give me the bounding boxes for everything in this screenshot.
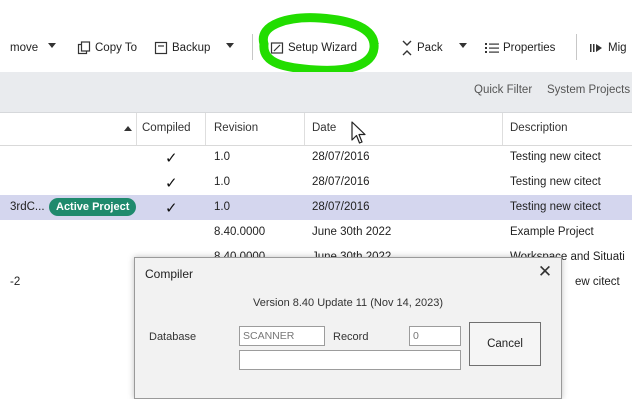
column-header-description[interactable]: Description	[510, 122, 568, 134]
compiled-check-icon: ✓	[165, 150, 178, 167]
version-text: Version 8.40 Update 11 (Nov 14, 2023)	[253, 297, 443, 309]
pack-dropdown-caret[interactable]	[459, 43, 467, 48]
description-cell: Testing new citect	[510, 151, 601, 163]
remove-button[interactable]: move	[10, 38, 38, 58]
pack-button[interactable]: Pack	[401, 38, 443, 58]
toolbar-separator	[576, 34, 577, 60]
record-field	[409, 326, 461, 346]
dialog-title: Compiler	[145, 267, 194, 281]
quick-filter-toggle[interactable]: Quick Filter	[474, 84, 532, 96]
revision-cell: 1.0	[214, 176, 230, 188]
pack-icon	[402, 40, 412, 56]
backup-label: Backup	[172, 42, 211, 54]
active-project-badge: Active Project	[49, 198, 137, 216]
record-label: Record	[333, 331, 369, 343]
column-header-compiled[interactable]: Compiled	[142, 122, 191, 134]
system-projects-toggle[interactable]: System Projects	[547, 84, 630, 96]
cancel-button[interactable]: Cancel	[469, 322, 541, 366]
mouse-cursor-icon	[351, 121, 366, 144]
revision-cell: 8.40.0000	[214, 226, 266, 238]
column-divider[interactable]	[502, 113, 503, 145]
progress-bar	[239, 350, 461, 370]
migrate-icon	[590, 44, 602, 52]
column-header-revision[interactable]: Revision	[214, 122, 258, 134]
copy-to-label: Copy To	[95, 42, 137, 54]
table-row[interactable]: ✓ 1.0 28/07/2016 Testing new citect	[0, 145, 632, 170]
database-label: Database	[149, 331, 197, 343]
table-row[interactable]: 8.40.0000 June 30th 2022 Example Project	[0, 220, 632, 245]
copy-icon	[77, 41, 91, 55]
table-header: Compiled Revision Date Description	[0, 113, 632, 146]
database-field	[239, 326, 325, 346]
description-cell: Testing new citect	[510, 201, 601, 213]
properties-button[interactable]: Properties	[485, 38, 555, 58]
close-icon[interactable]: ✕	[535, 262, 555, 282]
compiled-check-icon: ✓	[165, 200, 178, 217]
date-cell: June 30th 2022	[312, 226, 392, 238]
date-cell: 28/07/2016	[312, 151, 370, 163]
list-icon	[485, 43, 499, 53]
migrate-button[interactable]: Mig	[590, 38, 627, 58]
table-row-selected[interactable]: 3rdC... Active Project ✓ 1.0 28/07/2016 …	[0, 195, 632, 220]
remove-label: move	[10, 42, 39, 54]
revision-cell: 1.0	[214, 151, 230, 163]
sort-ascending-icon[interactable]	[124, 126, 132, 131]
column-divider[interactable]	[136, 113, 137, 145]
backup-icon	[154, 41, 168, 55]
revision-cell: 1.0	[214, 201, 230, 213]
green-highlight-annotation	[258, 13, 379, 75]
date-cell: 28/07/2016	[312, 176, 370, 188]
project-name-cell: 3rdC...	[10, 201, 45, 213]
remove-dropdown-caret[interactable]	[48, 43, 56, 48]
date-cell: 28/07/2016	[312, 201, 370, 213]
table-row[interactable]: ✓ 1.0 28/07/2016 Testing new citect	[0, 170, 632, 195]
pack-label: Pack	[417, 42, 443, 54]
project-name-cell: -2	[10, 276, 21, 288]
compiled-check-icon: ✓	[165, 175, 178, 192]
filter-bar: Quick Filter System Projects	[0, 72, 632, 113]
description-cell: ew citect	[575, 276, 620, 288]
copy-to-button[interactable]: Copy To	[77, 38, 137, 58]
column-divider[interactable]	[205, 113, 206, 145]
column-divider[interactable]	[304, 113, 305, 145]
properties-label: Properties	[503, 42, 556, 54]
description-cell: Example Project	[510, 226, 594, 238]
backup-dropdown-caret[interactable]	[226, 43, 234, 48]
column-header-date[interactable]: Date	[312, 122, 336, 134]
backup-button[interactable]: Backup	[154, 38, 210, 58]
description-cell: Testing new citect	[510, 176, 601, 188]
migrate-label: Mig	[608, 42, 627, 54]
